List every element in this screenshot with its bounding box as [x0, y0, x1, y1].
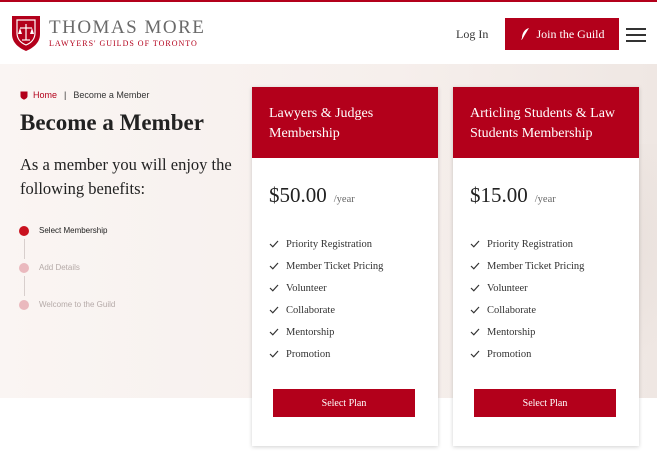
checkmark-icon: [470, 262, 480, 270]
brand-subtitle: LAWYERS' GUILDS OF TORONTO: [49, 38, 198, 48]
plan-card-students: Articling Students & Law Students Member…: [453, 87, 639, 446]
quill-icon: [520, 28, 529, 40]
benefit-item: Member Ticket Pricing: [269, 255, 438, 277]
step-connector: [24, 276, 25, 296]
checkmark-icon: [470, 350, 480, 358]
shield-crest-icon: [12, 16, 40, 51]
plan-title: Lawyers & Judges Membership: [252, 87, 438, 158]
checkmark-icon: [470, 284, 480, 292]
join-guild-label: Join the Guild: [536, 26, 605, 41]
breadcrumb: Home | Become a Member: [20, 90, 149, 100]
benefit-list: Priority Registration Member Ticket Pric…: [453, 208, 639, 365]
intro-text: As a member you will enjoy the following…: [20, 155, 232, 198]
step-dot-inactive: [19, 263, 29, 273]
benefit-label: Mentorship: [487, 326, 536, 338]
breadcrumb-current: Become a Member: [73, 90, 150, 100]
benefit-list: Priority Registration Member Ticket Pric…: [252, 208, 438, 365]
plan-title: Articling Students & Law Students Member…: [453, 87, 639, 158]
benefit-item: Volunteer: [470, 277, 639, 299]
benefit-label: Promotion: [286, 348, 331, 360]
benefit-label: Mentorship: [286, 326, 335, 338]
benefit-label: Collaborate: [487, 304, 536, 316]
benefit-label: Volunteer: [286, 282, 327, 294]
benefit-item: Collaborate: [470, 299, 639, 321]
plan-card-lawyers-judges: Lawyers & Judges Membership $50.00 /year…: [252, 87, 438, 446]
benefit-item: Mentorship: [470, 321, 639, 343]
checkmark-icon: [269, 284, 279, 292]
benefit-label: Priority Registration: [487, 238, 574, 250]
step-label: Add Details: [39, 263, 80, 272]
checkmark-icon: [470, 328, 480, 336]
benefit-item: Priority Registration: [470, 233, 639, 255]
benefit-label: Member Ticket Pricing: [286, 260, 384, 272]
plan-price: $50.00 /year: [252, 158, 438, 208]
checkmark-icon: [269, 240, 279, 248]
brand-name: THOMAS MORE: [49, 16, 206, 38]
checkmark-icon: [269, 328, 279, 336]
menu-bar: [626, 40, 646, 42]
select-plan-button[interactable]: Select Plan: [474, 389, 616, 417]
step-add-details: Add Details: [19, 262, 115, 299]
site-logo[interactable]: THOMAS MORE LAWYERS' GUILDS OF TORONTO: [10, 14, 205, 52]
step-welcome: Welcome to the Guild: [19, 299, 115, 336]
benefit-item: Volunteer: [269, 277, 438, 299]
step-label: Select Membership: [39, 226, 108, 235]
breadcrumb-home-link[interactable]: Home: [33, 90, 57, 100]
step-connector: [24, 239, 25, 259]
benefit-item: Promotion: [470, 343, 639, 365]
step-dot-active: [19, 226, 29, 236]
page-title: Become a Member: [20, 110, 204, 135]
price-amount: $15.00: [470, 183, 528, 207]
checkmark-icon: [470, 240, 480, 248]
login-link[interactable]: Log In: [456, 27, 488, 42]
hamburger-menu-icon[interactable]: [626, 28, 646, 42]
brand-text: THOMAS MORE LAWYERS' GUILDS OF TORONTO: [49, 16, 206, 49]
benefit-item: Mentorship: [269, 321, 438, 343]
select-plan-button[interactable]: Select Plan: [273, 389, 415, 417]
site-header: THOMAS MORE LAWYERS' GUILDS OF TORONTO L…: [0, 2, 657, 64]
menu-bar: [626, 34, 646, 36]
step-label: Welcome to the Guild: [39, 300, 116, 309]
plan-price: $15.00 /year: [453, 158, 639, 208]
price-amount: $50.00: [269, 183, 327, 207]
progress-steps: Select Membership Add Details Welcome to…: [19, 225, 115, 336]
benefit-item: Priority Registration: [269, 233, 438, 255]
price-period: /year: [333, 194, 355, 205]
checkmark-icon: [269, 350, 279, 358]
checkmark-icon: [269, 262, 279, 270]
benefit-label: Collaborate: [286, 304, 335, 316]
benefit-item: Member Ticket Pricing: [470, 255, 639, 277]
benefit-label: Volunteer: [487, 282, 528, 294]
step-select-membership: Select Membership: [19, 225, 115, 262]
breadcrumb-separator: |: [64, 90, 67, 100]
benefit-item: Promotion: [269, 343, 438, 365]
benefit-label: Member Ticket Pricing: [487, 260, 585, 272]
checkmark-icon: [269, 306, 279, 314]
checkmark-icon: [470, 306, 480, 314]
price-period: /year: [534, 194, 556, 205]
benefit-item: Collaborate: [269, 299, 438, 321]
menu-bar: [626, 28, 646, 30]
step-dot-inactive: [19, 300, 29, 310]
home-shield-icon: [20, 91, 28, 100]
benefit-label: Promotion: [487, 348, 532, 360]
benefit-label: Priority Registration: [286, 238, 373, 250]
join-guild-button[interactable]: Join the Guild: [505, 18, 619, 50]
